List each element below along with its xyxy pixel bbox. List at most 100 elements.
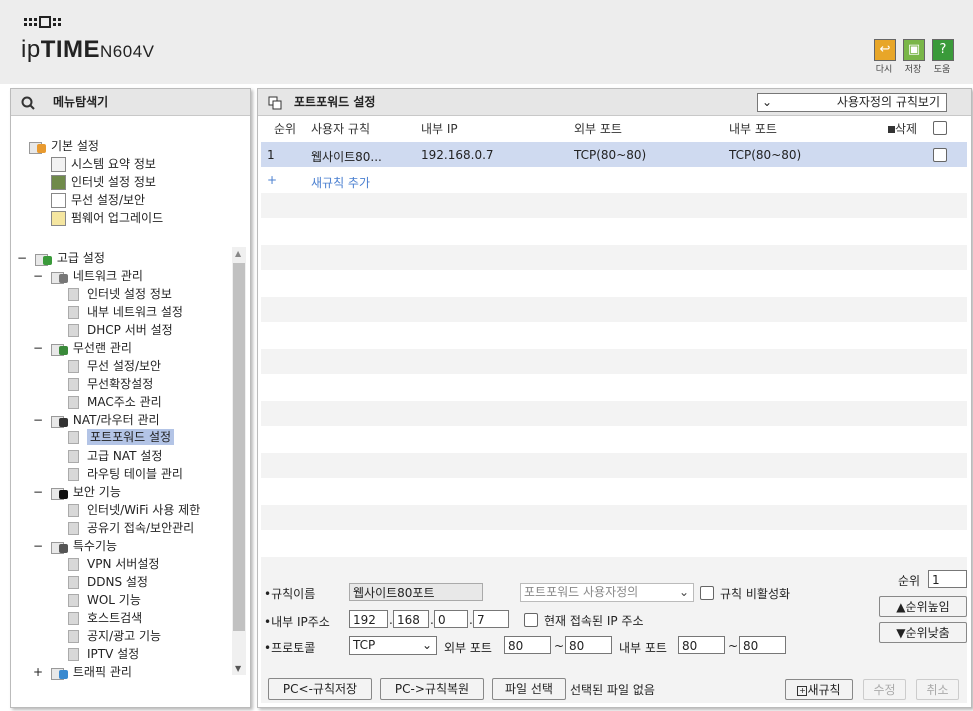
add-rule-icon[interactable]: + (267, 173, 277, 187)
rule-view-select[interactable]: ⌄ 사용자정의 규칙보기 (757, 93, 947, 112)
tree-item-dhcp[interactable]: DHCP 서버 설정 (68, 321, 173, 338)
sidebar-scroll-thumb[interactable] (233, 263, 245, 631)
restore-rules-from-pc-button[interactable]: PC->규칙복원 (380, 678, 484, 700)
tree-item-port-forward[interactable]: 포트포워드 설정 (68, 428, 175, 445)
help-icon[interactable]: ? (932, 39, 954, 61)
reload-icon[interactable]: ↩ (874, 39, 896, 61)
tree-item-wol[interactable]: WOL 기능 (68, 591, 141, 608)
rule-name-label: •규칙이름 (264, 587, 316, 601)
tree-basic-settings[interactable]: 기본 설정 (29, 137, 99, 154)
page-icon (68, 468, 79, 481)
brand-ip: ip (21, 36, 41, 63)
ext-port-from[interactable]: 80 (504, 636, 551, 654)
choose-file-button[interactable]: 파일 선택 (492, 678, 566, 700)
empty-row (261, 401, 967, 426)
tree-label: 인터넷/WiFi 사용 제한 (87, 503, 201, 517)
int-port-from[interactable]: 80 (678, 636, 725, 654)
priority-down-button[interactable]: ▼순위낮춤 (879, 622, 967, 643)
collapse-icon[interactable]: − (33, 413, 43, 427)
page-icon (68, 594, 79, 607)
ip-octet-3[interactable]: 0 (434, 610, 468, 628)
tree-advanced-settings[interactable]: − 고급 설정 (17, 249, 105, 266)
tree-nat-router[interactable]: − NAT/라우터 관리 (33, 411, 160, 428)
tree-item-wireless-extend[interactable]: 무선확장설정 (68, 375, 153, 392)
scroll-down-icon[interactable]: ▼ (235, 664, 241, 673)
col-delete-label: 삭제 (895, 122, 918, 136)
wifi-icon (51, 193, 66, 208)
modify-button[interactable]: 수정 (863, 679, 906, 700)
folder-icon (29, 140, 47, 154)
tree-item-internet-info[interactable]: 인터넷 설정 정보 (68, 285, 172, 302)
tree-label: 펌웨어 업그레이드 (71, 211, 164, 225)
empty-row (261, 297, 967, 322)
model-name: N604V (100, 42, 155, 61)
row-delete-checkbox[interactable] (933, 148, 947, 162)
tree-item-mac[interactable]: MAC주소 관리 (68, 393, 162, 410)
add-rule-link[interactable]: 새규칙 추가 (311, 174, 370, 191)
port-forward-header: 포트포워드 설정 ⌄ 사용자정의 규칙보기 (258, 89, 971, 116)
empty-row (261, 245, 967, 270)
tree-item-lan-settings[interactable]: 내부 네트워크 설정 (68, 303, 183, 320)
ip-octet-1[interactable]: 192 (349, 610, 388, 628)
scroll-up-icon[interactable]: ▲ (235, 249, 241, 258)
collapse-icon[interactable]: − (33, 341, 43, 355)
tree-label: 공유기 접속/보안관리 (87, 521, 195, 535)
tree-network-management[interactable]: − 네트워크 관리 (33, 267, 143, 284)
collapse-icon[interactable]: − (33, 269, 43, 283)
tree-label: MAC주소 관리 (87, 395, 162, 409)
select-all-checkbox[interactable] (933, 121, 947, 135)
tree-wireless-management[interactable]: − 무선랜 관리 (33, 339, 132, 356)
protocol-select[interactable]: TCP ⌄ (349, 636, 437, 655)
priority-up-button[interactable]: ▲순위높임 (879, 596, 967, 617)
int-port-to[interactable]: 80 (739, 636, 786, 654)
tree-item-iptv[interactable]: IPTV 설정 (68, 645, 139, 662)
tree-security[interactable]: − 보안 기능 (33, 483, 121, 500)
preset-select[interactable]: 포트포워드 사용자정의 ⌄ (520, 583, 694, 602)
tree-item-host-search[interactable]: 호스트검색 (68, 609, 142, 626)
collapse-icon[interactable]: − (33, 485, 43, 499)
tree-internet-info[interactable]: 인터넷 설정 정보 (51, 173, 156, 190)
rule-name-label-text: 규칙이름 (271, 587, 316, 601)
preset-select-value: 포트포워드 사용자정의 (524, 585, 639, 599)
tree-item-wireless-security[interactable]: 무선 설정/보안 (68, 357, 161, 374)
priority-input[interactable]: 1 (928, 570, 967, 588)
tree-label: 무선 설정/보안 (87, 359, 162, 373)
tree-wireless-security[interactable]: 무선 설정/보안 (51, 191, 145, 208)
chart-icon (51, 157, 66, 172)
chevron-down-icon: ⌄ (678, 585, 689, 599)
delete-icon (888, 126, 895, 133)
save-icon[interactable]: ▣ (903, 39, 925, 61)
tree-item-access-security[interactable]: 공유기 접속/보안관리 (68, 519, 194, 536)
tree-traffic[interactable]: + 트래픽 관리 (33, 663, 132, 680)
help-label: 도움 (933, 65, 951, 75)
collapse-icon[interactable]: − (33, 539, 43, 553)
tree-item-advanced-nat[interactable]: 고급 NAT 설정 (68, 447, 162, 464)
rule-name-input[interactable]: 웹사이트80포트 (349, 583, 483, 601)
tree-label: 트래픽 관리 (72, 665, 132, 679)
ext-port-to[interactable]: 80 (565, 636, 612, 654)
tree-special[interactable]: − 특수기능 (33, 537, 117, 554)
tree-firmware-upgrade[interactable]: 펌웨어 업그레이드 (51, 209, 163, 226)
tree-item-notice-ad[interactable]: 공지/광고 기능 (68, 627, 161, 644)
current-ip-checkbox[interactable] (524, 613, 538, 627)
tree-system-summary[interactable]: 시스템 요약 정보 (51, 155, 156, 172)
disable-rule-checkbox[interactable] (700, 586, 714, 600)
cancel-button[interactable]: 취소 (916, 679, 959, 700)
tree-item-vpn[interactable]: VPN 서버설정 (68, 555, 159, 572)
col-internal-port: 내부 포트 (729, 122, 777, 136)
tree-label: 인터넷 설정 정보 (71, 175, 156, 189)
save-rules-to-pc-button[interactable]: PC<-규칙저장 (268, 678, 372, 700)
new-rule-button[interactable]: + 새규칙 (785, 679, 853, 700)
tree-item-routing-table[interactable]: 라우팅 테이블 관리 (68, 465, 183, 482)
tree-item-internet-limit[interactable]: 인터넷/WiFi 사용 제한 (68, 501, 200, 518)
empty-row (261, 349, 967, 374)
tree-label: 보안 기능 (72, 485, 121, 499)
tree-label: NAT/라우터 관리 (72, 413, 160, 427)
page-icon (68, 612, 79, 625)
ip-octet-4[interactable]: 7 (473, 610, 509, 628)
traffic-folder-icon (50, 666, 69, 680)
ip-octet-2[interactable]: 168 (393, 610, 429, 628)
expand-icon[interactable]: + (33, 665, 43, 679)
collapse-icon[interactable]: − (17, 251, 27, 265)
tree-item-ddns[interactable]: DDNS 설정 (68, 573, 148, 590)
